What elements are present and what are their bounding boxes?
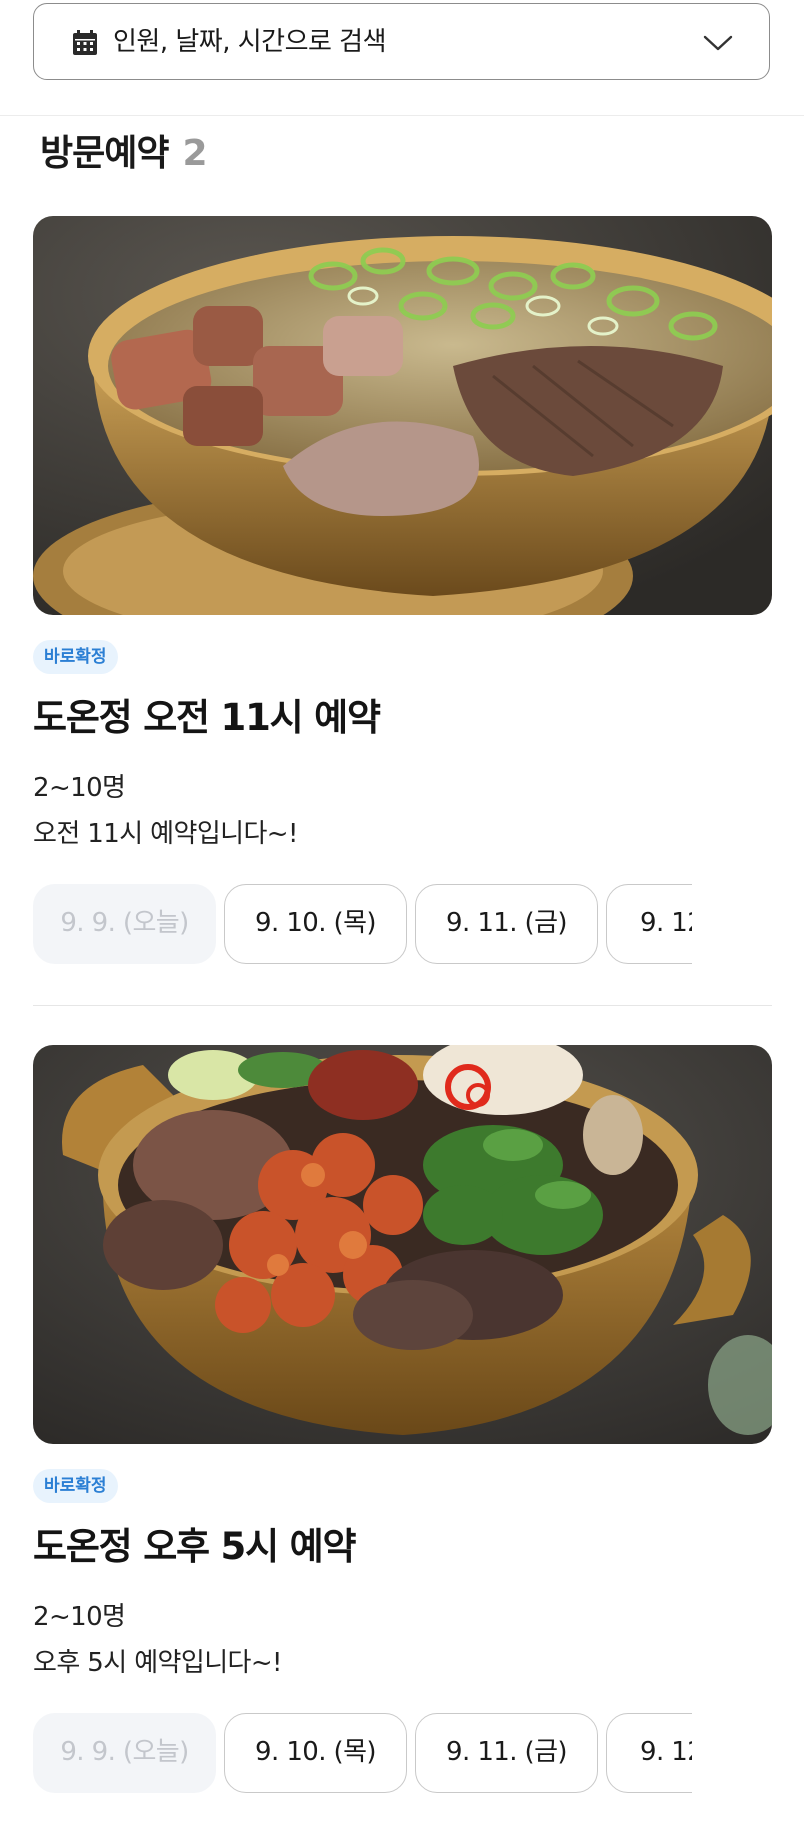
capacity-text: 2~10명 [33,773,126,803]
date-chip[interactable]: 9. 12 [606,1713,692,1793]
instant-confirm-badge: 바로확정 [33,640,118,674]
food-photo[interactable] [33,216,772,615]
date-chip[interactable]: 9. 10. (목) [224,884,407,964]
date-chip-row[interactable]: 9. 9. (오늘) 9. 10. (목) 9. 11. (금) 9. 12 [33,884,692,964]
section-title: 방문예약 2 [40,124,208,176]
instant-confirm-badge: 바로확정 [33,1469,118,1503]
calendar-icon [72,30,98,60]
date-chip-today: 9. 9. (오늘) [33,884,216,964]
food-photo[interactable] [33,1045,772,1444]
date-chip[interactable]: 9. 12 [606,884,692,964]
section-title-text: 방문예약 [40,133,169,174]
card-divider [33,1005,772,1006]
capacity-text: 2~10명 [33,1602,126,1632]
reservation-title[interactable]: 도온정 오전 11시 예약 [33,687,381,741]
date-chip[interactable]: 9. 11. (금) [415,1713,598,1793]
date-chip[interactable]: 9. 10. (목) [224,1713,407,1793]
date-chip[interactable]: 9. 11. (금) [415,884,598,964]
date-chip-today: 9. 9. (오늘) [33,1713,216,1793]
section-count: 2 [182,133,207,174]
header-divider [0,115,804,116]
reservation-title[interactable]: 도온정 오후 5시 예약 [33,1516,357,1570]
search-filter-label: 인원, 날짜, 시간으로 검색 [113,27,387,57]
chevron-down-icon [703,34,733,56]
search-filter-button[interactable]: 인원, 날짜, 시간으로 검색 [33,3,770,80]
description-text: 오전 11시 예약입니다~! [33,819,298,849]
description-text: 오후 5시 예약입니다~! [33,1648,282,1678]
date-chip-row[interactable]: 9. 9. (오늘) 9. 10. (목) 9. 11. (금) 9. 12 [33,1713,692,1793]
